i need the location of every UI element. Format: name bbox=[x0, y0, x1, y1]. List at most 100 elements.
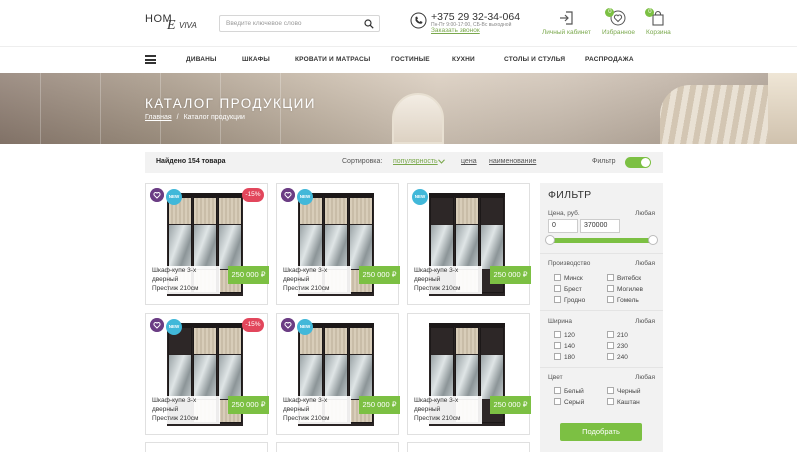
phone-icon bbox=[410, 12, 427, 29]
filter-toggle[interactable] bbox=[625, 157, 651, 168]
producer-label: Производство bbox=[548, 260, 591, 267]
sale-badge: -15% bbox=[242, 188, 264, 202]
product-price: 250 000 ₽ bbox=[490, 396, 531, 414]
breadcrumb-home[interactable]: Главная bbox=[145, 114, 172, 121]
checkbox-producer-grodno[interactable]: Гродно bbox=[554, 296, 585, 304]
account-label: Личный кабинет bbox=[542, 29, 591, 36]
favorites-link[interactable]: 0 Избранное bbox=[602, 8, 635, 36]
heart-icon[interactable] bbox=[150, 318, 164, 332]
producer-any: Любая bbox=[635, 260, 655, 267]
heart-icon[interactable] bbox=[150, 188, 164, 202]
color-label: Цвет bbox=[548, 374, 563, 381]
sort-popularity[interactable]: популярность bbox=[393, 158, 438, 165]
banner-pillow-image bbox=[660, 85, 780, 144]
cart-label: Корзина bbox=[646, 29, 671, 36]
checkbox-producer-minsk[interactable]: Минск bbox=[554, 274, 583, 282]
product-card[interactable]: Шкаф-купе 3-х дверный Престиж 210см 250 00… bbox=[407, 313, 531, 435]
checkbox-width-180[interactable]: 180 bbox=[554, 353, 575, 361]
price-any: Любая bbox=[635, 210, 655, 217]
callback-link[interactable]: Заказать звонок bbox=[431, 27, 480, 34]
nav-item-kitchens[interactable]: КУХНИ bbox=[452, 56, 475, 63]
checkbox-color-gray[interactable]: Серый bbox=[554, 398, 584, 406]
product-title[interactable]: Шкаф-купе 3-х дверный Престиж 210см bbox=[412, 396, 482, 424]
product-title[interactable]: Шкаф-купе 3-х дверный Престиж 210см bbox=[281, 266, 351, 294]
main-nav: ДИВАНЫ ШКАФЫ КРОВАТИ И МАТРАСЫ ГОСТИНЫЕ … bbox=[0, 46, 797, 73]
product-card[interactable]: NEW Шкаф-купе 3-х дверный Престиж 210см 25… bbox=[407, 183, 531, 305]
filter-title: ФИЛЬТР bbox=[548, 189, 592, 201]
product-card[interactable]: NEW Шкаф-купе 3-х дверный Престиж 210см 25… bbox=[276, 313, 400, 435]
price-label: Цена, руб. bbox=[548, 210, 580, 217]
product-title[interactable]: Шкаф-купе 3-х дверный Престиж 210см bbox=[281, 396, 351, 424]
checkbox-producer-brest[interactable]: Брест bbox=[554, 285, 582, 293]
product-title[interactable]: Шкаф-купе 3-х дверный Престиж 210см bbox=[150, 266, 220, 294]
nav-item-living-rooms[interactable]: ГОСТИНЫЕ bbox=[391, 56, 430, 63]
product-title[interactable]: Шкаф-купе 3-х дверный Престиж 210см bbox=[150, 396, 220, 424]
chevron-down-icon[interactable] bbox=[438, 159, 445, 164]
checkbox-width-140[interactable]: 140 bbox=[554, 342, 575, 350]
checkbox-color-white[interactable]: Белый bbox=[554, 387, 584, 395]
checkbox-producer-gomel[interactable]: Гомель bbox=[607, 296, 639, 304]
login-icon bbox=[560, 11, 574, 25]
price-slider[interactable] bbox=[545, 235, 658, 245]
checkbox-width-230[interactable]: 230 bbox=[607, 342, 628, 350]
search-box bbox=[219, 15, 380, 32]
new-badge: NEW bbox=[412, 189, 428, 205]
catalog-toolbar: Найдено 154 товара Сортировка: популярно… bbox=[145, 152, 663, 173]
nav-item-beds[interactable]: КРОВАТИ И МАТРАСЫ bbox=[295, 56, 370, 63]
checkbox-producer-mogilev[interactable]: Могилев bbox=[607, 285, 643, 293]
product-card[interactable] bbox=[407, 442, 530, 452]
new-badge: NEW bbox=[166, 319, 182, 335]
logo-part-2: E bbox=[167, 18, 176, 33]
product-card[interactable] bbox=[276, 442, 399, 452]
product-price: 250 000 ₽ bbox=[228, 396, 269, 414]
checkbox-producer-vitebsk[interactable]: Витебск bbox=[607, 274, 641, 282]
checkbox-width-240[interactable]: 240 bbox=[607, 353, 628, 361]
nav-item-sale[interactable]: РАСПРОДАЖА bbox=[585, 56, 634, 63]
width-label: Ширина bbox=[548, 318, 573, 325]
product-card[interactable]: NEW -15% Шкаф-купе 3-х дверный Престиж 210… bbox=[145, 183, 269, 305]
sale-badge: -15% bbox=[242, 318, 264, 332]
sort-name[interactable]: наименование bbox=[489, 158, 536, 165]
heart-icon[interactable] bbox=[281, 318, 295, 332]
page-title: КАТАЛОГ ПРОДУКЦИИ bbox=[145, 96, 316, 111]
sort-price[interactable]: цена bbox=[461, 158, 477, 165]
new-badge: NEW bbox=[166, 189, 182, 205]
price-max-input[interactable]: 370000 bbox=[580, 219, 620, 233]
breadcrumb-current: Каталог продукции bbox=[183, 114, 245, 121]
account-link[interactable]: Личный кабинет bbox=[542, 10, 591, 36]
favorites-label: Избранное bbox=[602, 29, 635, 36]
new-badge: NEW bbox=[297, 319, 313, 335]
price-slider-min-handle[interactable] bbox=[545, 235, 555, 245]
product-title[interactable]: Шкаф-купе 3-х дверный Престиж 210см bbox=[412, 266, 482, 294]
nav-item-tables-chairs[interactable]: СТОЛЫ И СТУЛЬЯ bbox=[504, 56, 565, 63]
checkbox-color-black[interactable]: Черный bbox=[607, 387, 640, 395]
heart-icon[interactable] bbox=[281, 188, 295, 202]
site-header: HOM E VIVA +375 29 32-34-064 Пн-Пт 9:00-… bbox=[0, 0, 797, 46]
nav-item-sofas[interactable]: ДИВАНЫ bbox=[186, 56, 217, 63]
apply-filter-button[interactable]: Подобрать bbox=[560, 423, 642, 441]
new-badge: NEW bbox=[297, 189, 313, 205]
price-min-input[interactable]: 0 bbox=[548, 219, 578, 233]
product-card[interactable]: NEW -15% Шкаф-купе 3-х дверный Престиж 210… bbox=[145, 313, 269, 435]
logo-part-3: VIVA bbox=[179, 21, 197, 30]
product-card[interactable]: NEW Шкаф-купе 3-х дверный Престиж 210см 25… bbox=[276, 183, 400, 305]
checkbox-width-120[interactable]: 120 bbox=[554, 331, 575, 339]
width-any: Любая bbox=[635, 318, 655, 325]
product-price: 250 000 ₽ bbox=[228, 266, 269, 284]
filter-panel: ФИЛЬТР Цена, руб. Любая 0 370000 Произво… bbox=[540, 183, 663, 452]
product-price: 250 000 ₽ bbox=[490, 266, 531, 284]
menu-icon[interactable] bbox=[145, 55, 156, 64]
cart-link[interactable]: 0 Корзина bbox=[645, 8, 671, 36]
checkbox-width-210[interactable]: 210 bbox=[607, 331, 628, 339]
banner-chair-image bbox=[392, 93, 444, 144]
search-icon[interactable] bbox=[364, 19, 374, 29]
nav-item-wardrobes[interactable]: ШКАФЫ bbox=[242, 56, 270, 63]
checkbox-color-chestnut[interactable]: Каштан bbox=[607, 398, 640, 406]
price-slider-max-handle[interactable] bbox=[648, 235, 658, 245]
search-input[interactable] bbox=[220, 16, 360, 31]
color-any: Любая bbox=[635, 374, 655, 381]
product-card[interactable] bbox=[145, 442, 268, 452]
sort-label: Сортировка: bbox=[342, 158, 383, 165]
breadcrumb-separator: / bbox=[176, 114, 179, 121]
logo[interactable]: HOM E VIVA bbox=[145, 11, 201, 33]
